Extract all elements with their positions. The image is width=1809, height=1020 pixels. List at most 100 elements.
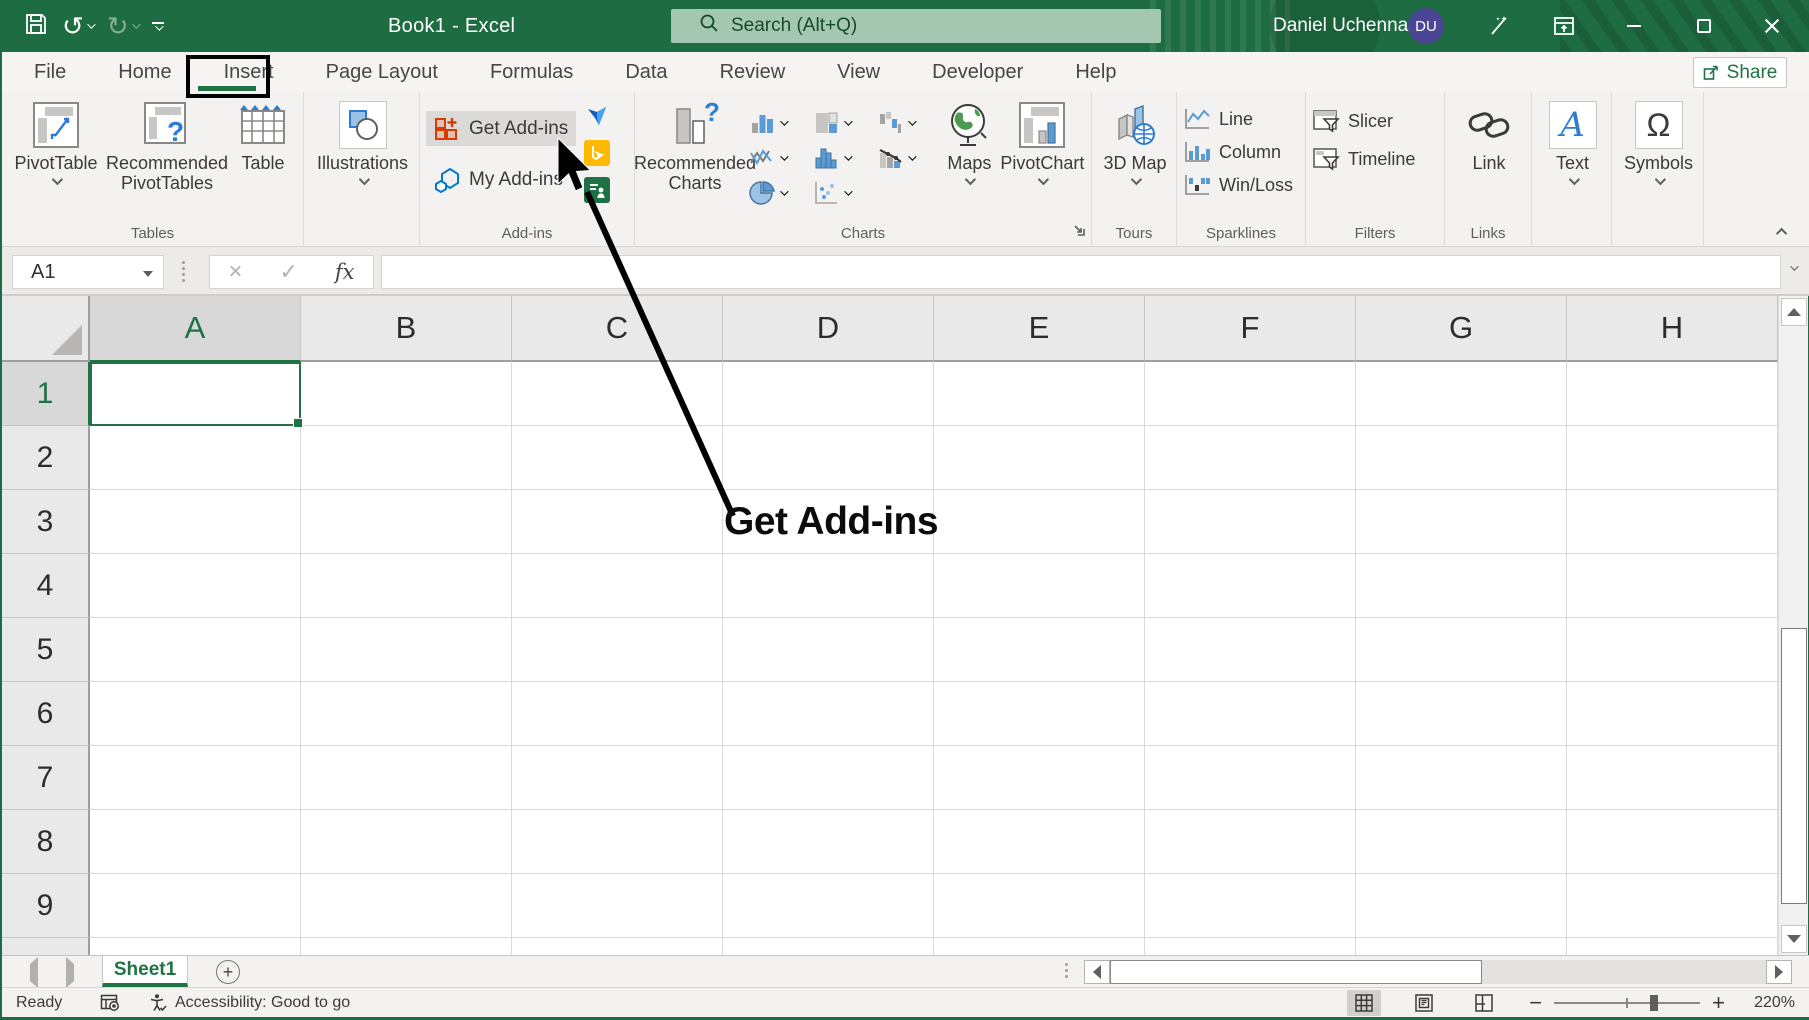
insert-pie-chart-button[interactable] — [749, 175, 813, 210]
previous-sheet-button[interactable] — [30, 964, 38, 982]
redo-button[interactable]: ↻ — [107, 13, 138, 39]
zoom-slider-handle[interactable] — [1650, 995, 1658, 1011]
horizontal-scroll-thumb[interactable] — [1110, 960, 1482, 984]
cell-Ep9[interactable] — [934, 938, 1145, 955]
cell-B6[interactable] — [301, 682, 512, 746]
row-header-1[interactable]: 1 — [2, 362, 90, 426]
cell-C6[interactable] — [512, 682, 723, 746]
enter-check-icon[interactable]: ✓ — [279, 259, 297, 285]
vertical-scroll-thumb[interactable] — [1781, 628, 1807, 904]
cell-E1[interactable] — [934, 362, 1145, 426]
cell-H4[interactable] — [1567, 554, 1778, 618]
text-button[interactable]: A Text — [1538, 97, 1607, 221]
recommended-pivottables-button[interactable]: ? Recommended PivotTables — [104, 97, 230, 221]
cell-E7[interactable] — [934, 746, 1145, 810]
chevron-down-icon[interactable] — [87, 20, 95, 28]
macro-record-button[interactable] — [100, 994, 120, 1012]
sparkline-winloss-button[interactable]: Win/Loss — [1183, 171, 1293, 199]
row-header-4[interactable]: 4 — [2, 554, 90, 618]
illustrations-button[interactable]: Illustrations — [311, 97, 415, 221]
sheet-tab-sheet1[interactable]: Sheet1 — [102, 956, 188, 987]
pivotchart-button[interactable]: PivotChart — [998, 97, 1087, 221]
formula-input[interactable] — [381, 255, 1781, 289]
cell-Hp9[interactable] — [1567, 938, 1778, 955]
cell-G3[interactable] — [1356, 490, 1567, 554]
whats-new-button[interactable] — [1478, 0, 1518, 52]
insert-line-chart-button[interactable] — [749, 140, 813, 175]
cell-F7[interactable] — [1145, 746, 1356, 810]
save-icon[interactable] — [24, 12, 48, 41]
normal-view-button[interactable] — [1347, 990, 1381, 1016]
cell-E6[interactable] — [934, 682, 1145, 746]
cell-D9[interactable] — [723, 874, 934, 938]
pivottable-button[interactable]: PivotTable — [8, 97, 104, 221]
new-sheet-button[interactable]: + — [216, 960, 240, 984]
column-header-H[interactable]: H — [1567, 296, 1778, 362]
link-button[interactable]: Link — [1452, 97, 1527, 221]
cell-E4[interactable] — [934, 554, 1145, 618]
cell-H1[interactable] — [1567, 362, 1778, 426]
cell-E3[interactable] — [934, 490, 1145, 554]
tab-review[interactable]: Review — [694, 52, 812, 92]
zoom-in-button[interactable]: + — [1712, 990, 1725, 1016]
cell-Fp9[interactable] — [1145, 938, 1356, 955]
name-box-dropdown-icon[interactable] — [143, 271, 153, 277]
expand-formula-bar-icon[interactable] — [1790, 262, 1798, 270]
cell-G2[interactable] — [1356, 426, 1567, 490]
cell-E5[interactable] — [934, 618, 1145, 682]
cell-B2[interactable] — [301, 426, 512, 490]
cell-Dp9[interactable] — [723, 938, 934, 955]
row-header-3[interactable]: 3 — [2, 490, 90, 554]
charts-dialog-launcher[interactable] — [1072, 223, 1086, 242]
ribbon-display-options-button[interactable] — [1544, 0, 1584, 52]
cell-F9[interactable] — [1145, 874, 1356, 938]
cell-C7[interactable] — [512, 746, 723, 810]
bing-maps-button[interactable] — [584, 140, 610, 166]
row-header-6[interactable]: 6 — [2, 682, 90, 746]
scroll-right-button[interactable] — [1766, 960, 1792, 984]
slicer-button[interactable]: Slicer — [1312, 107, 1415, 135]
cell-B9[interactable] — [301, 874, 512, 938]
column-header-D[interactable]: D — [723, 296, 934, 362]
column-header-F[interactable]: F — [1145, 296, 1356, 362]
maps-button[interactable]: Maps — [941, 97, 998, 221]
cell-E9[interactable] — [934, 874, 1145, 938]
cell-D2[interactable] — [723, 426, 934, 490]
insert-waterfall-chart-button[interactable] — [877, 105, 941, 140]
row-header-7[interactable]: 7 — [2, 746, 90, 810]
cell-F1[interactable] — [1145, 362, 1356, 426]
cell-D4[interactable] — [723, 554, 934, 618]
table-button[interactable]: Table — [230, 97, 296, 221]
scroll-up-button[interactable] — [1781, 298, 1807, 326]
zoom-out-button[interactable]: − — [1529, 990, 1542, 1016]
tab-page-layout[interactable]: Page Layout — [300, 52, 464, 92]
cell-A3[interactable] — [90, 490, 301, 554]
cell-F2[interactable] — [1145, 426, 1356, 490]
tab-data[interactable]: Data — [599, 52, 693, 92]
row-header-5[interactable]: 5 — [2, 618, 90, 682]
cell-B7[interactable] — [301, 746, 512, 810]
cell-B1[interactable] — [301, 362, 512, 426]
cell-B4[interactable] — [301, 554, 512, 618]
cell-F6[interactable] — [1145, 682, 1356, 746]
cell-H3[interactable] — [1567, 490, 1778, 554]
zoom-slider[interactable] — [1554, 1002, 1700, 1004]
cell-F4[interactable] — [1145, 554, 1356, 618]
minimize-button[interactable] — [1614, 0, 1654, 52]
cell-A1[interactable] — [90, 362, 301, 426]
cell-H9[interactable] — [1567, 874, 1778, 938]
cell-H8[interactable] — [1567, 810, 1778, 874]
cell-C2[interactable] — [512, 426, 723, 490]
cell-Ap9[interactable] — [90, 938, 301, 955]
maximize-button[interactable] — [1684, 0, 1724, 52]
cell-F3[interactable] — [1145, 490, 1356, 554]
cell-C1[interactable] — [512, 362, 723, 426]
cell-Bp9[interactable] — [301, 938, 512, 955]
cell-D5[interactable] — [723, 618, 934, 682]
cell-E2[interactable] — [934, 426, 1145, 490]
cell-Gp9[interactable] — [1356, 938, 1567, 955]
user-name[interactable]: Daniel Uchenna — [1273, 0, 1408, 52]
cell-B3[interactable] — [301, 490, 512, 554]
tab-help[interactable]: Help — [1049, 52, 1142, 92]
get-addins-button[interactable]: Get Add-ins — [426, 111, 576, 146]
